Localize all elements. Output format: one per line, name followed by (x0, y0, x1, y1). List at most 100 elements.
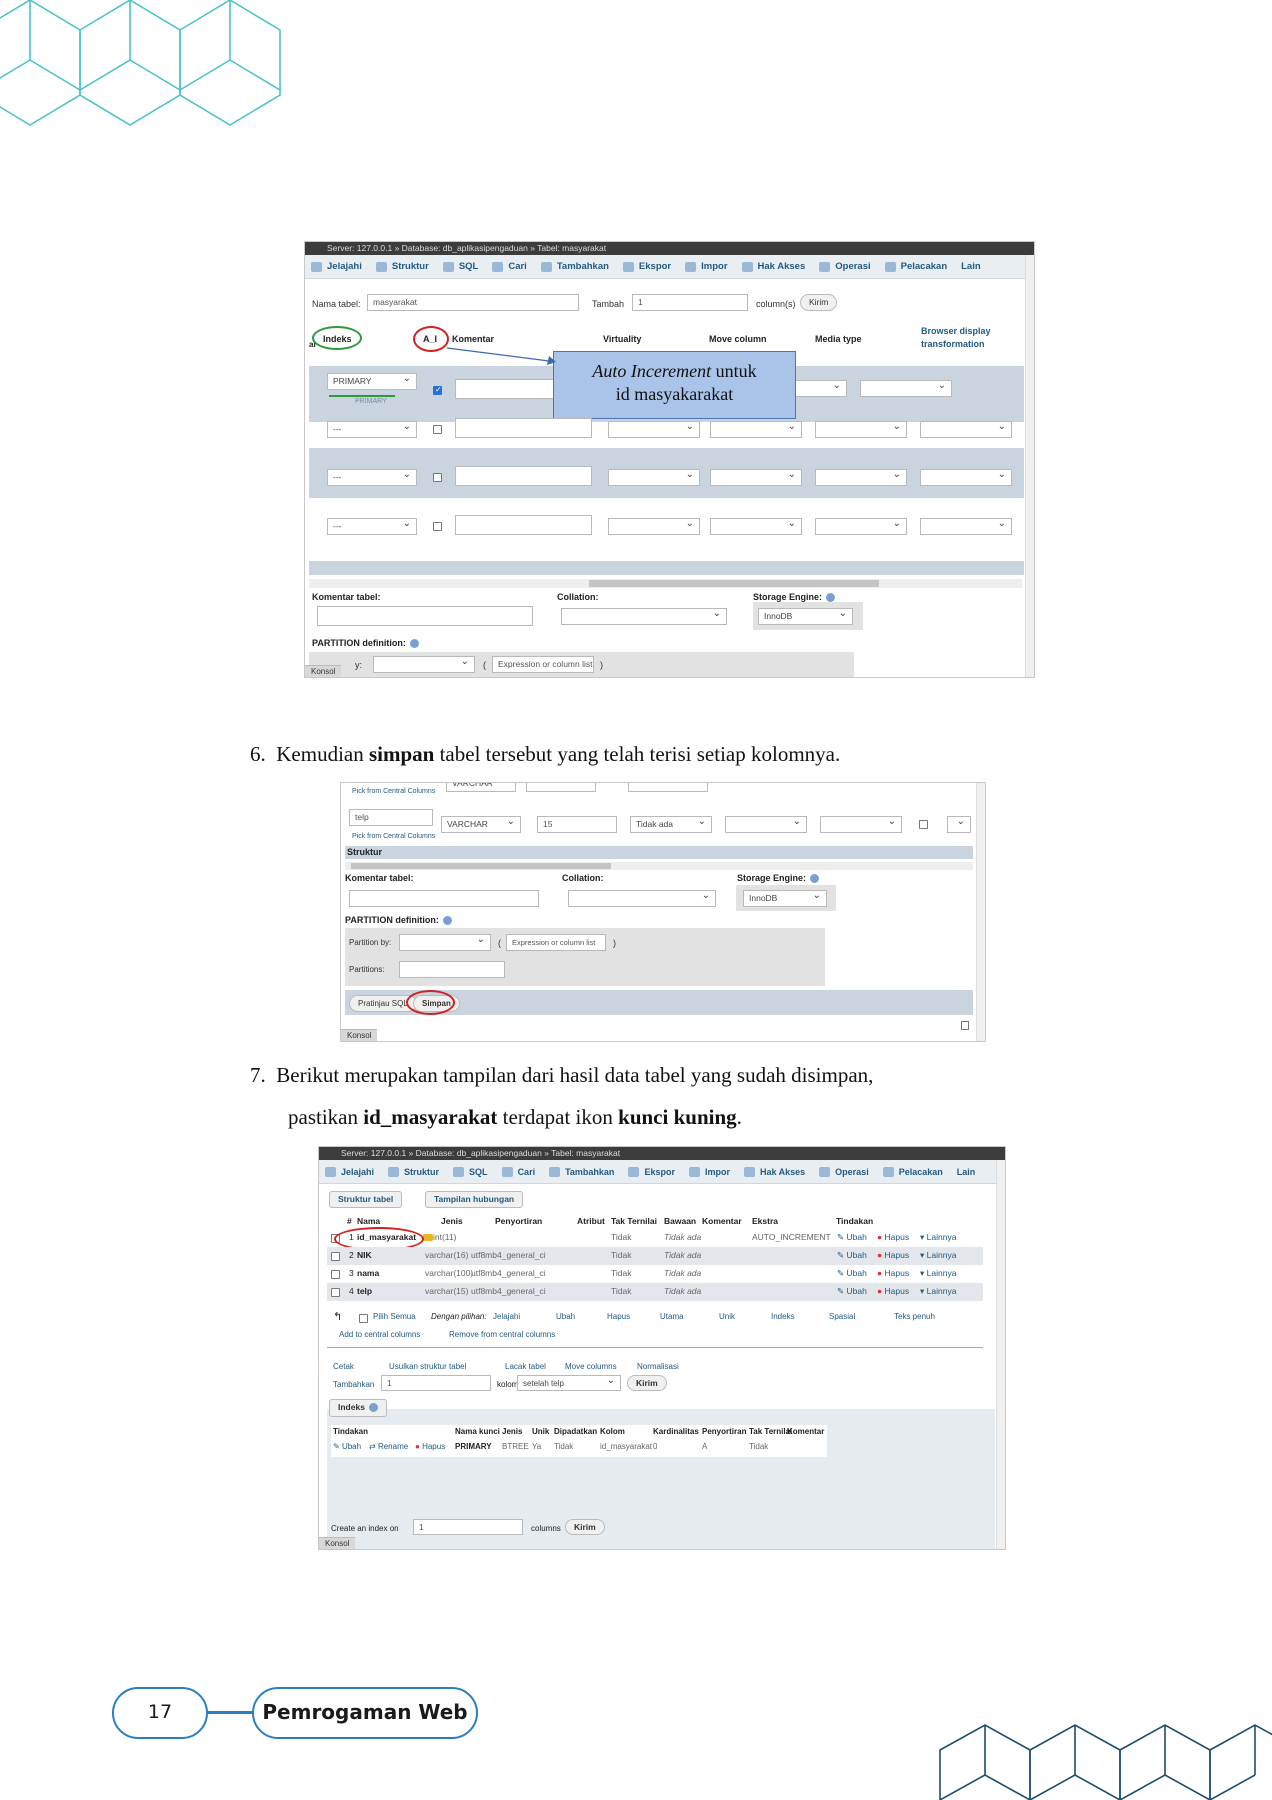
column-name-input[interactable]: telp (349, 809, 433, 826)
pick-central-link-prev[interactable]: Pick from Central Columns (352, 788, 435, 795)
konsol-bar-3[interactable]: Konsol (319, 1537, 356, 1549)
bulk-hapus[interactable]: Hapus (607, 1312, 630, 1321)
tab-impor[interactable]: Impor (685, 261, 728, 272)
pilih-semua[interactable]: Pilih Semua (373, 1312, 416, 1321)
expression-input[interactable]: Expression or column list (492, 656, 594, 673)
move-select-row4[interactable] (710, 516, 802, 535)
ai-checkbox-row4[interactable] (433, 522, 442, 531)
collation-select[interactable] (561, 606, 727, 625)
help-icon[interactable] (810, 874, 820, 884)
browser-select-row3[interactable] (920, 467, 1012, 486)
tab-struktur[interactable]: Struktur (375, 261, 429, 272)
kirim-button[interactable]: Kirim (800, 294, 838, 311)
help-icon[interactable] (826, 593, 836, 603)
ai-checkbox-row2[interactable] (433, 425, 442, 434)
length-input[interactable]: 15 (537, 816, 617, 833)
tab-ekspor[interactable]: Ekspor (628, 1166, 675, 1177)
type-select[interactable]: VARCHAR (441, 814, 521, 833)
table-comment-input-2[interactable] (349, 890, 539, 907)
ai-checkbox-row3[interactable] (433, 473, 442, 482)
tab-ekspor[interactable]: Ekspor (622, 261, 671, 272)
tab-jelajahi[interactable]: Jelajahi (311, 261, 362, 272)
add-central-columns[interactable]: Add to central columns (339, 1330, 420, 1339)
vertical-scrollbar-3[interactable] (996, 1160, 1005, 1549)
virtuality-select-row4[interactable] (608, 516, 700, 535)
create-index-input[interactable]: 1 (413, 1519, 523, 1535)
tool-move-columns[interactable]: Move columns (565, 1362, 617, 1371)
engine-select-2[interactable]: InnoDB (743, 888, 827, 907)
action-lainnya[interactable]: ▾ Lainnya (920, 1250, 956, 1261)
bulk-ubah[interactable]: Ubah (556, 1312, 575, 1321)
indeks-tab[interactable]: Indeks (329, 1399, 387, 1417)
comment-textarea-row3[interactable] (455, 466, 592, 486)
browser-select-row2[interactable] (920, 419, 1012, 438)
index-select-row[interactable] (947, 814, 971, 833)
horizontal-scrollbar-2[interactable] (345, 862, 973, 870)
tab-pelacakan[interactable]: Pelacakan (884, 261, 947, 272)
action-hapus[interactable]: ● Hapus (877, 1286, 909, 1296)
subtab-tampilan-hubungan[interactable]: Tampilan hubungan (425, 1191, 524, 1208)
tool-lacak-tabel[interactable]: Lacak tabel (505, 1362, 546, 1371)
help-icon[interactable] (368, 1403, 378, 1413)
tab-impor[interactable]: Impor (688, 1166, 730, 1177)
browser-select-row1[interactable] (860, 378, 952, 397)
collation-select-2[interactable] (568, 888, 716, 907)
tab-operasi[interactable]: Operasi (819, 261, 871, 272)
length-input-prev[interactable] (526, 783, 596, 792)
index-select-row2[interactable]: --- (327, 419, 417, 438)
action-hapus[interactable]: ● Hapus (877, 1232, 909, 1242)
attribute-select-row[interactable] (820, 814, 902, 833)
tab-operasi[interactable]: Operasi (819, 1166, 869, 1177)
expression-input-2[interactable]: Expression or column list (506, 934, 606, 951)
horizontal-scrollbar[interactable] (309, 579, 1022, 588)
pick-central-link[interactable]: Pick from Central Columns (352, 833, 435, 840)
action-ubah[interactable]: ✎ Ubah (837, 1232, 867, 1243)
tool-usulkan-struktur[interactable]: Usulkan struktur tabel (389, 1362, 466, 1371)
kirim-index-button[interactable]: Kirim (565, 1519, 605, 1535)
action-ubah[interactable]: ✎ Ubah (837, 1286, 867, 1297)
vertical-scrollbar[interactable] (1025, 255, 1034, 677)
tab-jelajahi[interactable]: Jelajahi (325, 1166, 374, 1177)
idx-action-ubah[interactable]: ✎ Ubah (333, 1442, 361, 1451)
row-checkbox[interactable] (331, 1252, 340, 1261)
remove-central-columns[interactable]: Remove from central columns (449, 1330, 555, 1339)
vertical-scrollbar-2[interactable] (976, 783, 985, 1041)
action-hapus[interactable]: ● Hapus (877, 1250, 909, 1260)
action-lainnya[interactable]: ▾ Lainnya (920, 1286, 956, 1297)
partition-by-select[interactable] (373, 654, 475, 673)
tab-hak-akses[interactable]: Hak Akses (741, 261, 805, 272)
tool-cetak[interactable]: Cetak (333, 1362, 354, 1371)
tab-sql[interactable]: SQL (453, 1166, 488, 1177)
comment-textarea-row2[interactable] (455, 418, 592, 438)
table-row[interactable]: 4 telp varchar(15) utf8mb4_general_ci Ti… (327, 1283, 983, 1301)
bulk-indeks[interactable]: Indeks (771, 1312, 795, 1321)
index-select-row1[interactable]: PRIMARY (327, 371, 417, 390)
default-select-prev[interactable] (628, 783, 708, 792)
bulk-unik[interactable]: Unik (719, 1312, 735, 1321)
action-lainnya[interactable]: ▾ Lainnya (920, 1268, 956, 1279)
index-select-row4[interactable]: --- (327, 516, 417, 535)
index-select-row3[interactable]: --- (327, 467, 417, 486)
tool-normalisasi[interactable]: Normalisasi (637, 1362, 679, 1371)
table-row[interactable]: 3 nama varchar(100) utf8mb4_general_ci T… (327, 1265, 983, 1283)
table-row[interactable]: 2 NIK varchar(16) utf8mb4_general_ci Tid… (327, 1247, 983, 1265)
tab-tambahkan[interactable]: Tambahkan (540, 261, 609, 272)
bulk-spasial[interactable]: Spasial (829, 1312, 855, 1321)
partitions-input[interactable] (399, 961, 505, 978)
after-select[interactable]: setelah telp (517, 1373, 621, 1391)
kirim-button-3[interactable]: Kirim (627, 1375, 667, 1391)
table-row[interactable]: 1 id_masyarakat int(11) Tidak Tidak ada … (327, 1229, 983, 1247)
help-icon[interactable] (442, 916, 452, 926)
tab-cari[interactable]: Cari (501, 1166, 535, 1177)
virtuality-select-row2[interactable] (608, 419, 700, 438)
comment-textarea-row1[interactable] (455, 379, 555, 399)
action-hapus[interactable]: ● Hapus (877, 1268, 909, 1278)
tab-hak-akses[interactable]: Hak Akses (743, 1166, 805, 1177)
action-ubah[interactable]: ✎ Ubah (837, 1250, 867, 1261)
media-select-row2[interactable] (815, 419, 907, 438)
bulk-utama[interactable]: Utama (660, 1312, 684, 1321)
table-name-input[interactable]: masyarakat (367, 294, 579, 311)
null-checkbox[interactable] (919, 820, 928, 829)
row-checkbox[interactable] (331, 1270, 340, 1279)
konsol-bar[interactable]: Konsol (305, 665, 342, 677)
